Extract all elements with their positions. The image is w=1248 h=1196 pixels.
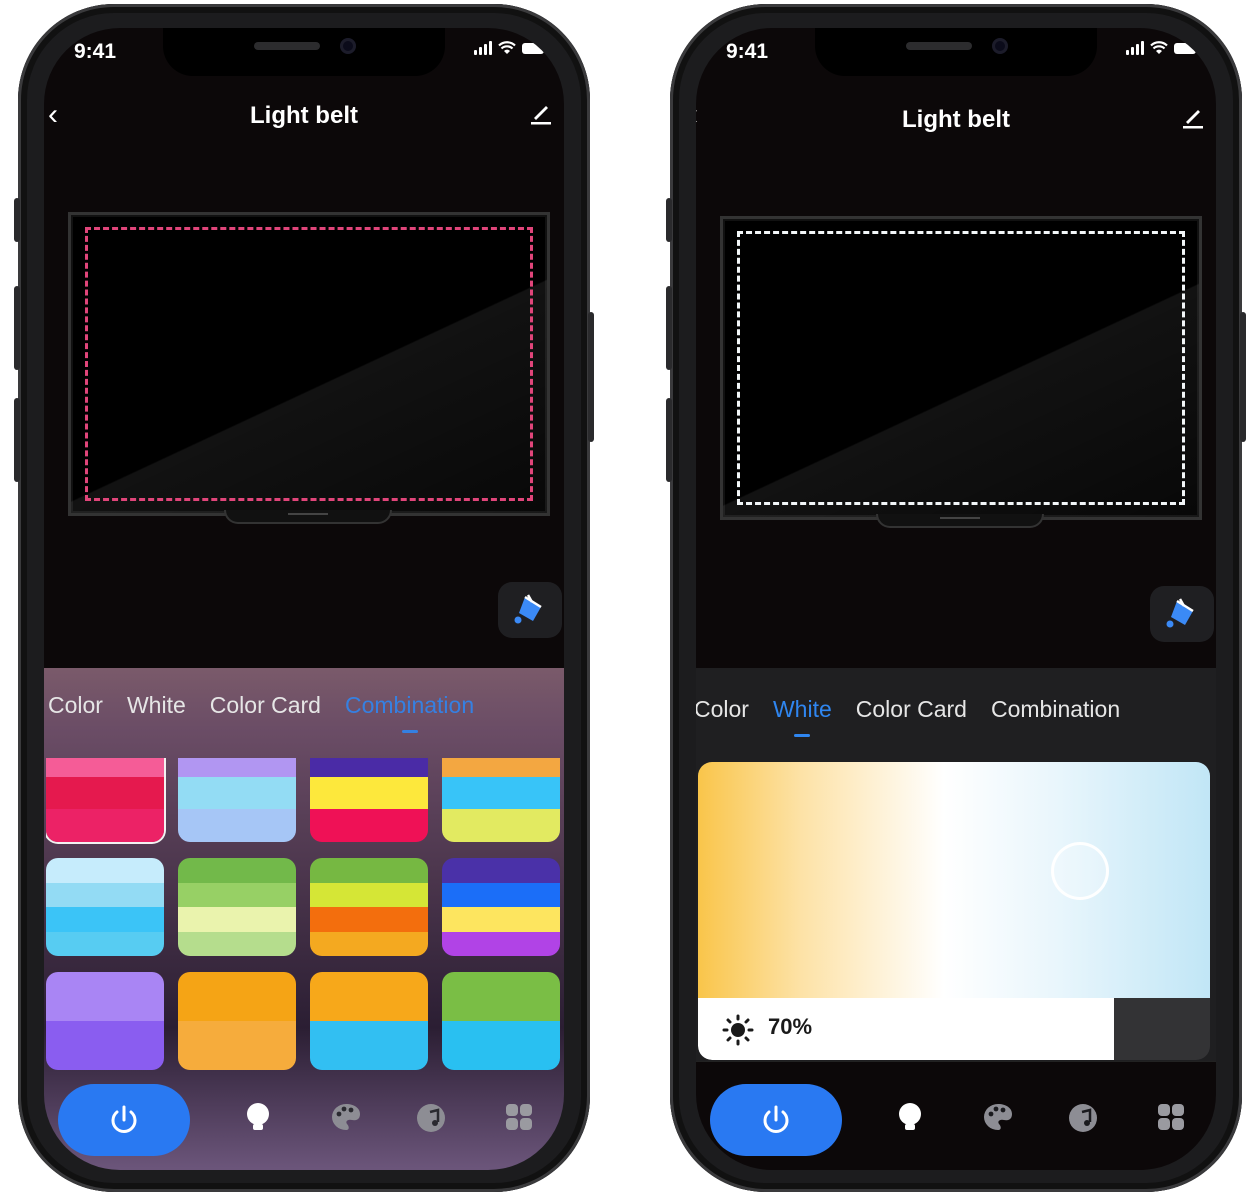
status-icons [474,41,544,55]
status-icons [1126,41,1196,55]
brightness-fill [698,998,1114,1060]
paint-bucket-icon [514,594,542,624]
brightness-value: 70% [768,1014,813,1039]
status-time: 9:41 [74,40,117,63]
power-side-button [1240,312,1246,442]
tab-white[interactable]: White [127,692,186,719]
palette-card[interactable] [178,858,296,956]
light-strip [737,231,1185,505]
volume-up-button [14,286,20,370]
palette-icon[interactable] [982,1102,1014,1137]
palette-card[interactable] [46,972,164,1070]
power-icon [763,1105,789,1133]
notch [163,28,445,76]
bulb-icon[interactable] [244,1102,272,1139]
signal-icon [474,41,492,55]
phone-white: 9:41 ‹ Light belt Color White Color Card… [666,4,1246,1192]
screen: 9:41 ‹ Light belt Color White Color Card… [696,28,1216,1170]
battery-icon [1174,42,1196,54]
paint-bucket-button[interactable] [1150,586,1214,642]
palette-card[interactable] [442,758,560,842]
paint-bucket-icon [1166,598,1194,628]
bulb-icon[interactable] [896,1102,924,1139]
tv-stand [224,510,392,524]
palette-card[interactable] [310,972,428,1070]
palette-card[interactable] [442,972,560,1070]
music-icon[interactable] [1068,1102,1102,1139]
palette-card[interactable] [46,758,164,842]
mode-tabs: Color White Color Card Combination [48,692,474,733]
tv-preview [720,216,1202,520]
tab-color-card[interactable]: Color Card [210,692,321,719]
status-time: 9:41 [726,40,769,63]
power-button[interactable] [710,1084,842,1156]
volume-down-button [666,398,672,482]
mode-tabs: Color White Color Card Combination [696,696,1120,737]
signal-icon [1126,41,1144,55]
power-icon [111,1105,137,1133]
power-button[interactable] [58,1084,190,1156]
palette-card[interactable] [46,858,164,956]
palette-card[interactable] [442,858,560,956]
battery-icon [522,42,544,54]
palette-card[interactable] [310,858,428,956]
tab-color[interactable]: Color [48,692,103,719]
white-temperature-slider[interactable] [698,762,1210,998]
phone-combination: 9:41 ‹ Light belt Color White Color Card… [14,4,594,1192]
edit-icon[interactable] [1180,104,1206,135]
sun-icon [722,1014,754,1051]
temperature-thumb[interactable] [1050,842,1109,900]
power-side-button [588,312,594,442]
grid-icon[interactable] [504,1102,534,1137]
volume-up-button [666,286,672,370]
wifi-icon [1150,41,1168,55]
tab-color[interactable]: Color [696,696,749,723]
side-button [666,198,672,242]
palette-icon[interactable] [330,1102,362,1137]
tv-preview [68,212,550,516]
light-strip [85,227,533,501]
page-title: Light belt [250,102,358,129]
page-title: Light belt [902,106,1010,133]
tab-white[interactable]: White [773,696,832,737]
wifi-icon [498,41,516,55]
combination-grid [46,758,564,1078]
side-button [14,198,20,242]
edit-icon[interactable] [528,100,554,131]
volume-down-button [14,398,20,482]
music-icon[interactable] [416,1102,450,1139]
tab-combination[interactable]: Combination [991,696,1120,723]
paint-bucket-button[interactable] [498,582,562,638]
grid-icon[interactable] [1156,1102,1186,1137]
palette-card[interactable] [178,972,296,1070]
tab-combination[interactable]: Combination [345,692,474,733]
screen: 9:41 ‹ Light belt Color White Color Card… [44,28,564,1170]
notch [815,28,1097,76]
bottom-nav [696,1061,1216,1170]
bottom-nav [44,1062,564,1170]
brightness-slider[interactable]: 70% [698,998,1210,1060]
tv-stand [876,514,1044,528]
tab-color-card[interactable]: Color Card [856,696,967,723]
palette-card[interactable] [178,758,296,842]
palette-card[interactable] [310,758,428,842]
